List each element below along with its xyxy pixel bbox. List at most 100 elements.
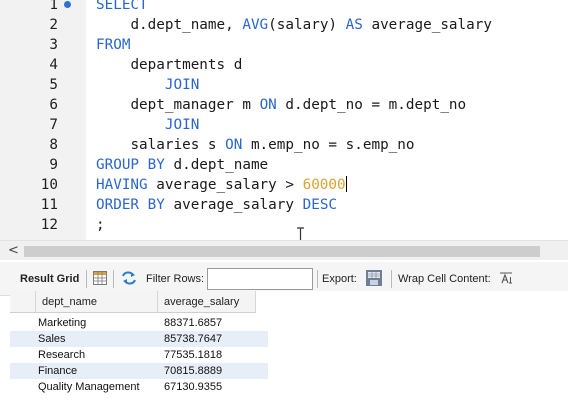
- table-row[interactable]: Finance 70815.8889: [10, 363, 268, 379]
- sql-keyword: HAVING: [96, 177, 148, 193]
- line-number: 7: [49, 117, 58, 133]
- result-grid[interactable]: dept_name average_salary Marketing 88371.…: [10, 291, 568, 403]
- sql-identifier: ;: [96, 217, 105, 233]
- code-line[interactable]: 9 GROUP BY d.dept_name: [0, 155, 568, 175]
- code-text[interactable]: HAVING average_salary > 60000: [96, 175, 347, 195]
- code-text[interactable]: ;: [96, 215, 105, 235]
- export-label: Export:: [322, 273, 357, 285]
- table-row[interactable]: Quality Management 67130.9355: [10, 379, 268, 395]
- sql-identifier: salaries s: [130, 137, 226, 153]
- wrap-cell-icon[interactable]: [499, 272, 513, 284]
- row-selector-header[interactable]: [10, 291, 36, 313]
- table-row[interactable]: Research 77535.1818: [10, 347, 268, 363]
- refresh-icon[interactable]: [121, 271, 137, 285]
- grid-icon[interactable]: [93, 271, 107, 285]
- cell-average-salary[interactable]: 85738.7647: [158, 331, 268, 347]
- sql-keyword: DESC: [302, 197, 338, 213]
- sql-keyword: JOIN: [164, 77, 200, 93]
- code-line[interactable]: 8 salaries s ON m.emp_no = s.emp_no: [0, 135, 568, 155]
- code-text[interactable]: ORDER BY average_salary DESC: [96, 195, 337, 215]
- cell-dept-name[interactable]: Quality Management: [10, 379, 158, 395]
- line-number: 11: [40, 197, 58, 213]
- cell-average-salary[interactable]: 70815.8889: [158, 363, 268, 379]
- code-text[interactable]: FROM: [96, 35, 130, 55]
- sql-identifier: dept_manager m: [130, 97, 260, 113]
- cell-dept-name[interactable]: Research: [10, 347, 158, 363]
- code-line[interactable]: 10 HAVING average_salary > 60000: [0, 175, 568, 195]
- text-cursor-icon: [297, 227, 304, 240]
- cell-dept-name[interactable]: Sales: [10, 331, 158, 347]
- line-number: 8: [49, 137, 58, 153]
- code-text[interactable]: d.dept_name, AVG(salary) AS average_sala…: [96, 15, 492, 35]
- toolbar-divider: [86, 270, 87, 288]
- code-line[interactable]: 4 departments d: [0, 55, 568, 75]
- line-number: 2: [49, 17, 58, 33]
- code-text[interactable]: GROUP BY d.dept_name: [96, 155, 268, 175]
- export-icon[interactable]: [365, 269, 383, 287]
- code-text[interactable]: JOIN: [96, 75, 199, 95]
- code-line[interactable]: 7 JOIN: [0, 115, 568, 135]
- line-number: 5: [49, 77, 58, 93]
- editor-horizontal-scrollbar[interactable]: <: [0, 240, 568, 260]
- column-header-average-salary[interactable]: average_salary: [158, 291, 256, 313]
- code-line[interactable]: 11 ORDER BY average_salary DESC: [0, 195, 568, 215]
- code-line[interactable]: 12;: [0, 215, 568, 235]
- grid-header-row: dept_name average_salary: [10, 291, 568, 313]
- code-text[interactable]: salaries s ON m.emp_no = s.emp_no: [96, 135, 415, 155]
- line-number: 1: [49, 0, 58, 13]
- column-header-dept-name[interactable]: dept_name: [36, 291, 158, 313]
- sql-identifier: average_salary: [164, 197, 303, 213]
- code-text[interactable]: dept_manager m ON d.dept_no = m.dept_no: [96, 95, 466, 115]
- sql-editor[interactable]: 1 SELECT 2 d.dept_name, AVG(salary) AS ave…: [0, 0, 568, 240]
- sql-identifier: average_salary >: [147, 177, 303, 193]
- code-line[interactable]: 2 d.dept_name, AVG(salary) AS average_sa…: [0, 15, 568, 35]
- result-grid-tab[interactable]: Result Grid: [20, 273, 79, 285]
- scrollbar-thumb[interactable]: [24, 246, 540, 257]
- table-row[interactable]: Marketing 88371.6857: [10, 315, 268, 331]
- cell-dept-name[interactable]: Finance: [10, 363, 158, 379]
- sql-identifier: (salary): [268, 17, 346, 33]
- cell-average-salary[interactable]: 88371.6857: [158, 315, 268, 331]
- code-text[interactable]: JOIN: [96, 115, 199, 135]
- cell-dept-name[interactable]: Marketing: [10, 315, 158, 331]
- sql-keyword: FROM: [96, 37, 131, 53]
- line-number: 9: [49, 157, 58, 173]
- toolbar-divider: [391, 270, 392, 288]
- line-number: 6: [49, 97, 58, 113]
- sql-identifier: d.dept_name: [164, 157, 269, 173]
- sql-keyword: ON: [225, 137, 243, 153]
- code-text[interactable]: SELECT: [96, 0, 148, 15]
- sql-keyword: SELECT: [96, 0, 148, 13]
- line-number: 10: [40, 177, 58, 193]
- sql-keyword: AVG: [242, 17, 269, 33]
- sql-keyword: JOIN: [164, 117, 200, 133]
- toolbar-divider: [113, 270, 114, 288]
- filter-rows-label: Filter Rows:: [146, 273, 205, 285]
- scroll-left-icon[interactable]: <: [8, 243, 19, 258]
- sql-identifier: average_salary: [362, 17, 492, 33]
- wrap-cell-content-label: Wrap Cell Content:: [398, 273, 491, 285]
- sql-identifier: m.emp_no = s.emp_no: [242, 137, 415, 153]
- cell-average-salary[interactable]: 77535.1818: [158, 347, 268, 363]
- filter-rows-input[interactable]: [207, 268, 313, 290]
- code-text[interactable]: departments d: [96, 55, 242, 75]
- code-line[interactable]: 6 dept_manager m ON d.dept_no = m.dept_n…: [0, 95, 568, 115]
- line-number: 3: [49, 37, 58, 53]
- sql-number: 60000: [302, 177, 346, 193]
- code-line[interactable]: 1 SELECT: [0, 0, 568, 15]
- text-caret: [345, 176, 347, 192]
- line-number: 12: [40, 217, 58, 233]
- sql-identifier: d.dept_no = m.dept_no: [276, 97, 467, 113]
- sql-identifier: d.dept_name,: [130, 17, 243, 33]
- code-line[interactable]: 3 FROM: [0, 35, 568, 55]
- line-number: 4: [49, 57, 58, 73]
- code-line[interactable]: 5 JOIN: [0, 75, 568, 95]
- cell-average-salary[interactable]: 67130.9355: [158, 379, 268, 395]
- table-row[interactable]: Sales 85738.7647: [10, 331, 268, 347]
- sql-identifier: departments d: [130, 57, 243, 73]
